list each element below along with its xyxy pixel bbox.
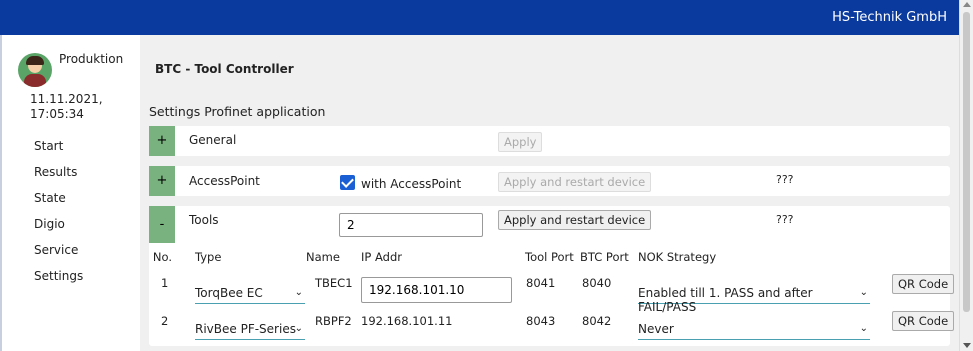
company-name: HS-Technik GmbH	[832, 10, 947, 25]
nav-item-start[interactable]: Start	[34, 139, 63, 153]
tool-type-value: TorqBee EC	[195, 286, 263, 300]
tool-type-select[interactable]: RivBee PF-Series ⌄	[195, 316, 305, 340]
qr-code-button[interactable]: QR Code	[892, 274, 955, 294]
accesspoint-status: ???	[776, 173, 794, 186]
col-header-tool-port: Tool Port	[525, 250, 574, 264]
vertical-scrollbar[interactable]	[959, 0, 973, 351]
nav-item-state[interactable]: State	[34, 191, 66, 205]
nav-item-settings[interactable]: Settings	[34, 269, 83, 283]
tool-ip-input[interactable]	[361, 277, 512, 303]
scroll-thumb[interactable]	[963, 12, 970, 312]
nav-item-digio[interactable]: Digio	[34, 217, 65, 231]
top-bar: HS-Technik GmbH	[0, 0, 959, 35]
date-time: 11.11.2021, 17:05:34	[30, 92, 103, 122]
panel-accesspoint: + AccessPoint with AccessPoint Apply and…	[149, 166, 950, 196]
user-avatar-icon	[18, 53, 52, 87]
general-expand-toggle[interactable]: +	[149, 126, 175, 156]
tool-port: 8043	[526, 314, 556, 328]
page-title: BTC - Tool Controller	[155, 62, 294, 76]
tool-type-value: RivBee PF-Series	[195, 322, 296, 336]
general-label: General	[189, 133, 237, 147]
col-header-no: No.	[152, 250, 172, 264]
current-time: 17:05:34	[30, 107, 84, 121]
with-accesspoint-label: with AccessPoint	[361, 177, 462, 191]
col-header-ip: IP Addr	[361, 250, 402, 264]
nok-strategy-select[interactable]: Never ⌄	[638, 316, 870, 340]
tool-name: RBPF2	[315, 314, 352, 328]
section-title: Settings Profinet application	[149, 104, 326, 119]
with-accesspoint-checkbox[interactable]	[340, 175, 355, 190]
nok-strategy-select[interactable]: Enabled till 1. PASS and after FAIL/PASS…	[638, 280, 870, 314]
tool-port: 8041	[526, 276, 556, 290]
tool-name: TBEC1	[315, 276, 353, 290]
col-header-name: Name	[306, 250, 340, 264]
accesspoint-expand-toggle[interactable]: +	[149, 166, 175, 196]
current-date: 11.11.2021,	[30, 92, 103, 106]
panel-general: + General Apply	[149, 126, 950, 156]
scroll-down-arrow-icon[interactable]	[963, 343, 971, 348]
tools-label: Tools	[189, 213, 219, 227]
tools-collapse-toggle[interactable]: -	[149, 206, 175, 243]
row-no: 1	[161, 276, 169, 290]
nav-item-results[interactable]: Results	[34, 165, 77, 179]
chevron-down-icon: ⌄	[859, 287, 868, 298]
accesspoint-label: AccessPoint	[189, 174, 260, 188]
tools-status: ???	[776, 213, 794, 226]
panel-tools: - Tools Apply and restart device ??? No.…	[149, 206, 955, 346]
accesspoint-apply-restart-button[interactable]: Apply and restart device	[498, 172, 652, 192]
tool-ip: 192.168.101.11	[361, 314, 453, 328]
nok-strategy-value: Never	[638, 322, 674, 336]
chevron-down-icon: ⌄	[294, 287, 303, 298]
qr-code-button[interactable]: QR Code	[892, 311, 955, 331]
chevron-down-icon: ⌄	[294, 323, 303, 334]
col-header-type: Type	[195, 250, 222, 264]
nav-item-service[interactable]: Service	[34, 243, 78, 257]
main-content: BTC - Tool Controller Settings Profinet …	[140, 35, 959, 351]
nok-strategy-value: Enabled till 1. PASS and after FAIL/PASS	[638, 286, 813, 314]
scroll-up-arrow-icon[interactable]	[963, 2, 971, 7]
user-name: Produktion	[59, 52, 124, 66]
chevron-down-icon: ⌄	[859, 323, 868, 334]
tool-type-select[interactable]: TorqBee EC ⌄	[195, 280, 305, 304]
col-header-nok-strategy: NOK Strategy	[638, 250, 717, 264]
btc-port: 8040	[582, 276, 612, 290]
sidebar: Produktion 11.11.2021, 17:05:34 Start Re…	[0, 35, 140, 351]
general-apply-button[interactable]: Apply	[498, 132, 543, 152]
tool-count-input[interactable]	[339, 213, 483, 237]
tools-apply-restart-button[interactable]: Apply and restart device	[498, 210, 652, 230]
btc-port: 8042	[582, 314, 612, 328]
row-no: 2	[161, 314, 169, 328]
col-header-btc-port: BTC Port	[580, 250, 629, 264]
